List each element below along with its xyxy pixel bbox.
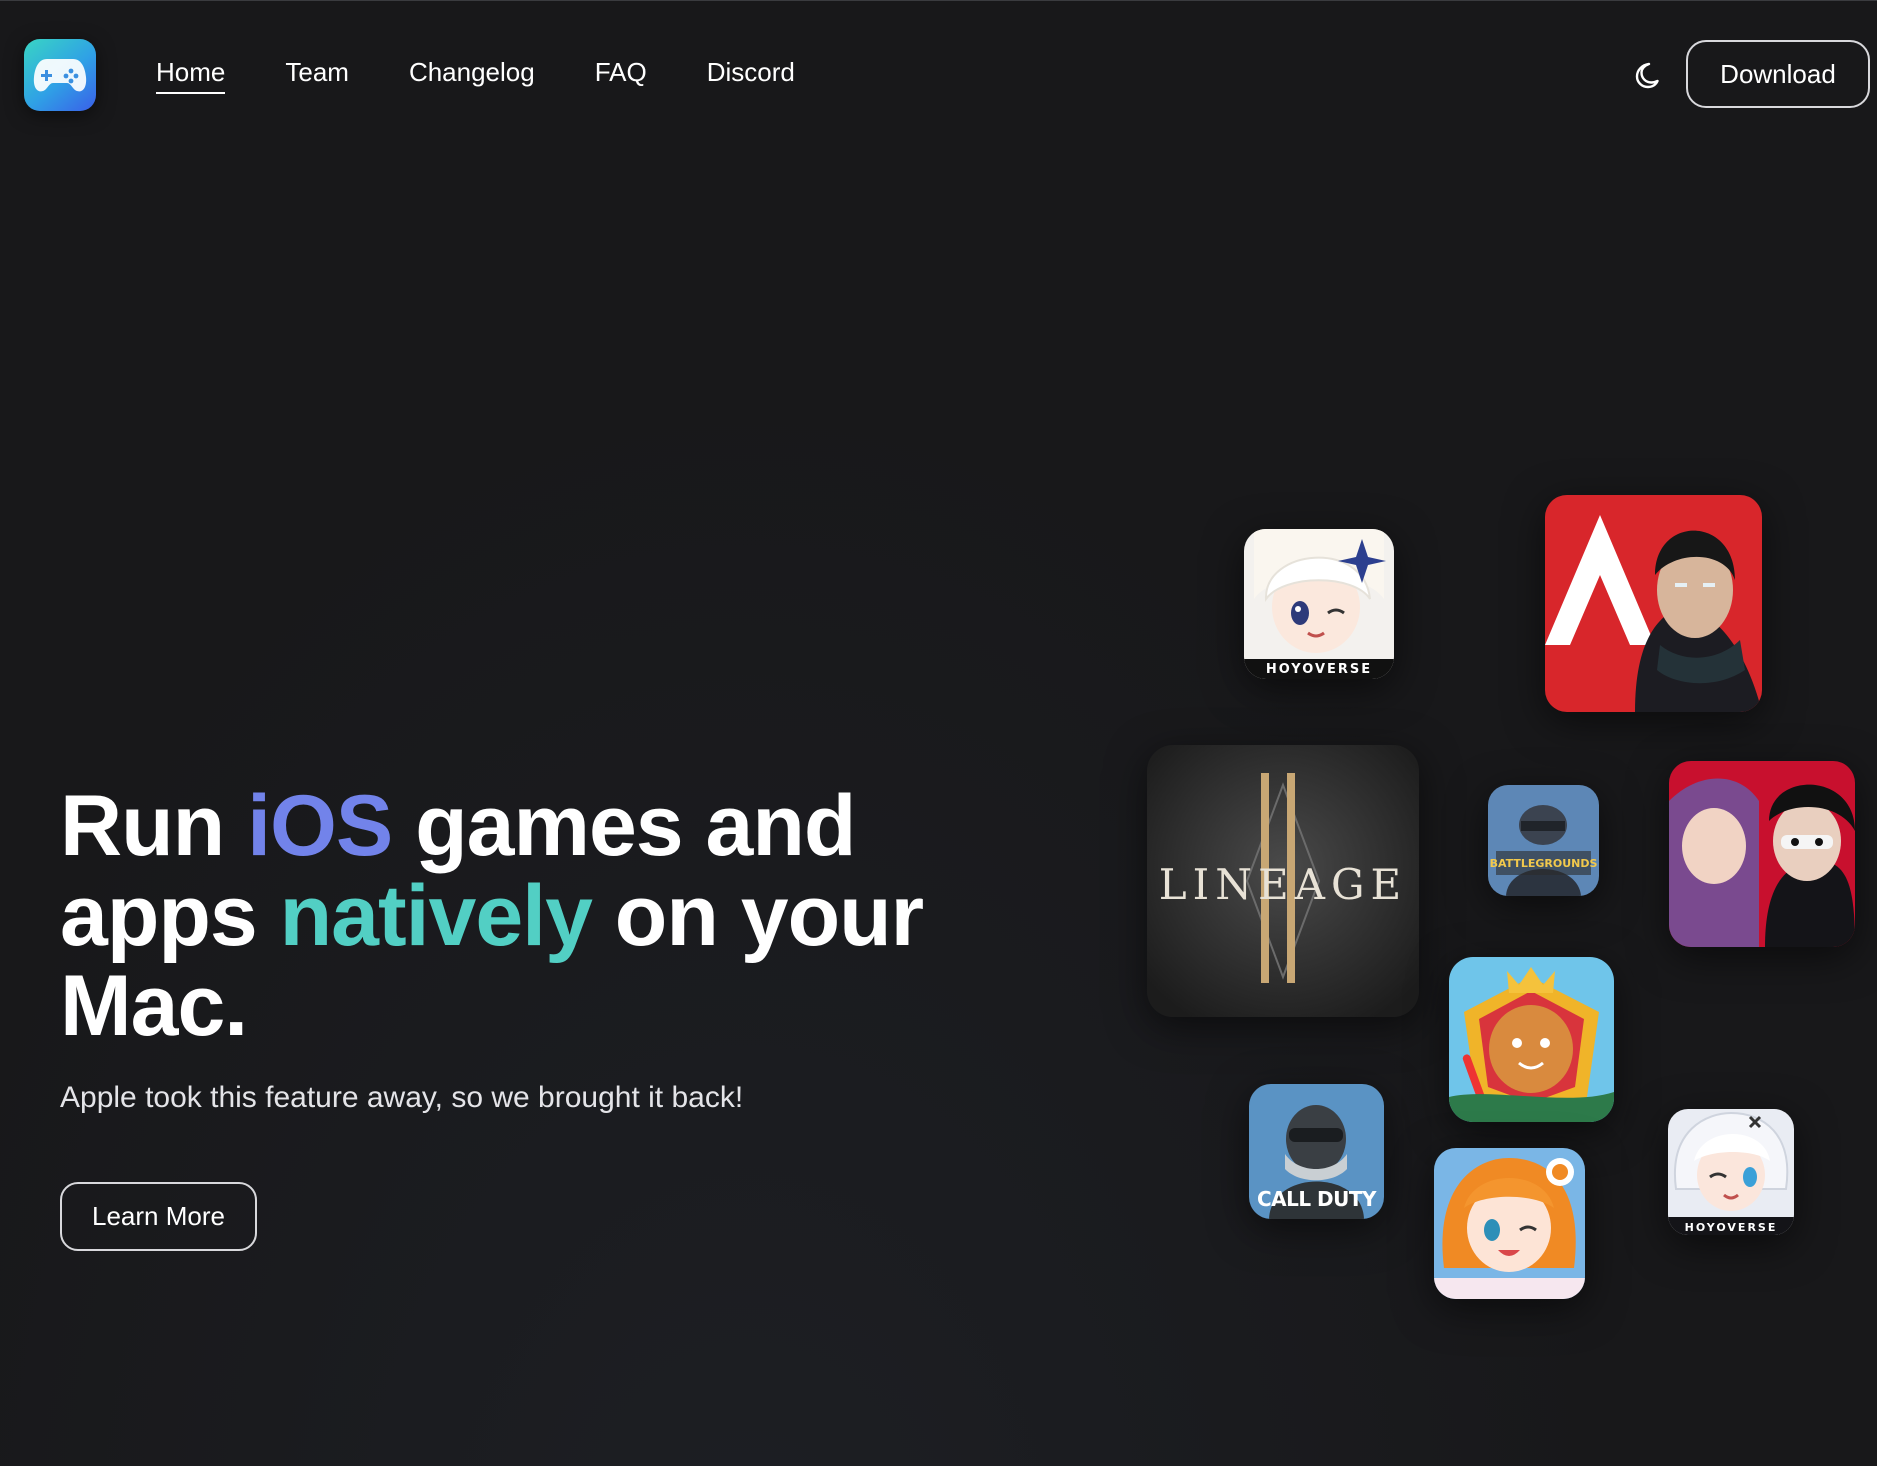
learn-more-button[interactable]: Learn More (60, 1182, 257, 1251)
character-art-icon (1668, 1109, 1794, 1235)
cookie-run-app-icon[interactable] (1449, 957, 1614, 1122)
apex-app-icon[interactable] (1545, 495, 1762, 712)
pubg-caption: BATTLEGROUNDS (1489, 857, 1598, 870)
character-art-icon (1669, 761, 1855, 947)
character-art-icon (1545, 495, 1762, 712)
page: Home Team Changelog FAQ Discord Download… (0, 0, 1877, 1466)
main-nav: Home Team Changelog FAQ Discord (156, 57, 795, 94)
pubg-app-icon[interactable]: BATTLEGROUNDS (1488, 785, 1599, 896)
nav-faq-link[interactable]: FAQ (595, 57, 647, 94)
app-logo[interactable] (24, 39, 96, 111)
genshin-app-icon[interactable]: HOYOVERSE (1244, 529, 1394, 679)
nav-team-link[interactable]: Team (285, 57, 349, 94)
nav-changelog-link[interactable]: Changelog (409, 57, 535, 94)
theme-toggle-button[interactable] (1628, 57, 1664, 93)
lineage-caption: LINEAGE (1158, 860, 1408, 909)
gamepad-icon (33, 59, 87, 92)
cod-caption: CALL DUTY (1256, 1187, 1377, 1211)
honkai-app-icon[interactable]: HOYOVERSE (1668, 1109, 1794, 1235)
moon-icon (1635, 62, 1659, 89)
hero-title: Run iOS games and apps natively on your … (60, 781, 1020, 1051)
soldier-icon (1488, 785, 1599, 896)
princess-app-icon[interactable] (1434, 1148, 1585, 1299)
genshin-caption: HOYOVERSE (1265, 662, 1373, 677)
persona-app-icon[interactable] (1669, 761, 1855, 947)
lineage-app-icon[interactable]: LINEAGE (1147, 745, 1419, 1017)
hero-title-part1: Run (60, 778, 248, 874)
nav-discord-link[interactable]: Discord (707, 57, 795, 94)
nav-home-link[interactable]: Home (156, 57, 226, 94)
character-art-icon (1434, 1148, 1585, 1299)
hero-title-ios: iOS (247, 778, 393, 874)
honkai-caption: HOYOVERSE (1684, 1221, 1778, 1234)
cookie-character-icon (1449, 957, 1614, 1122)
character-art-icon (1244, 529, 1394, 679)
call-of-duty-app-icon[interactable]: CALL DUTY (1249, 1084, 1384, 1219)
hero-subtitle: Apple took this feature away, so we brou… (60, 1081, 744, 1114)
download-button[interactable]: Download (1686, 40, 1870, 108)
hero-title-natively: natively (279, 868, 593, 964)
